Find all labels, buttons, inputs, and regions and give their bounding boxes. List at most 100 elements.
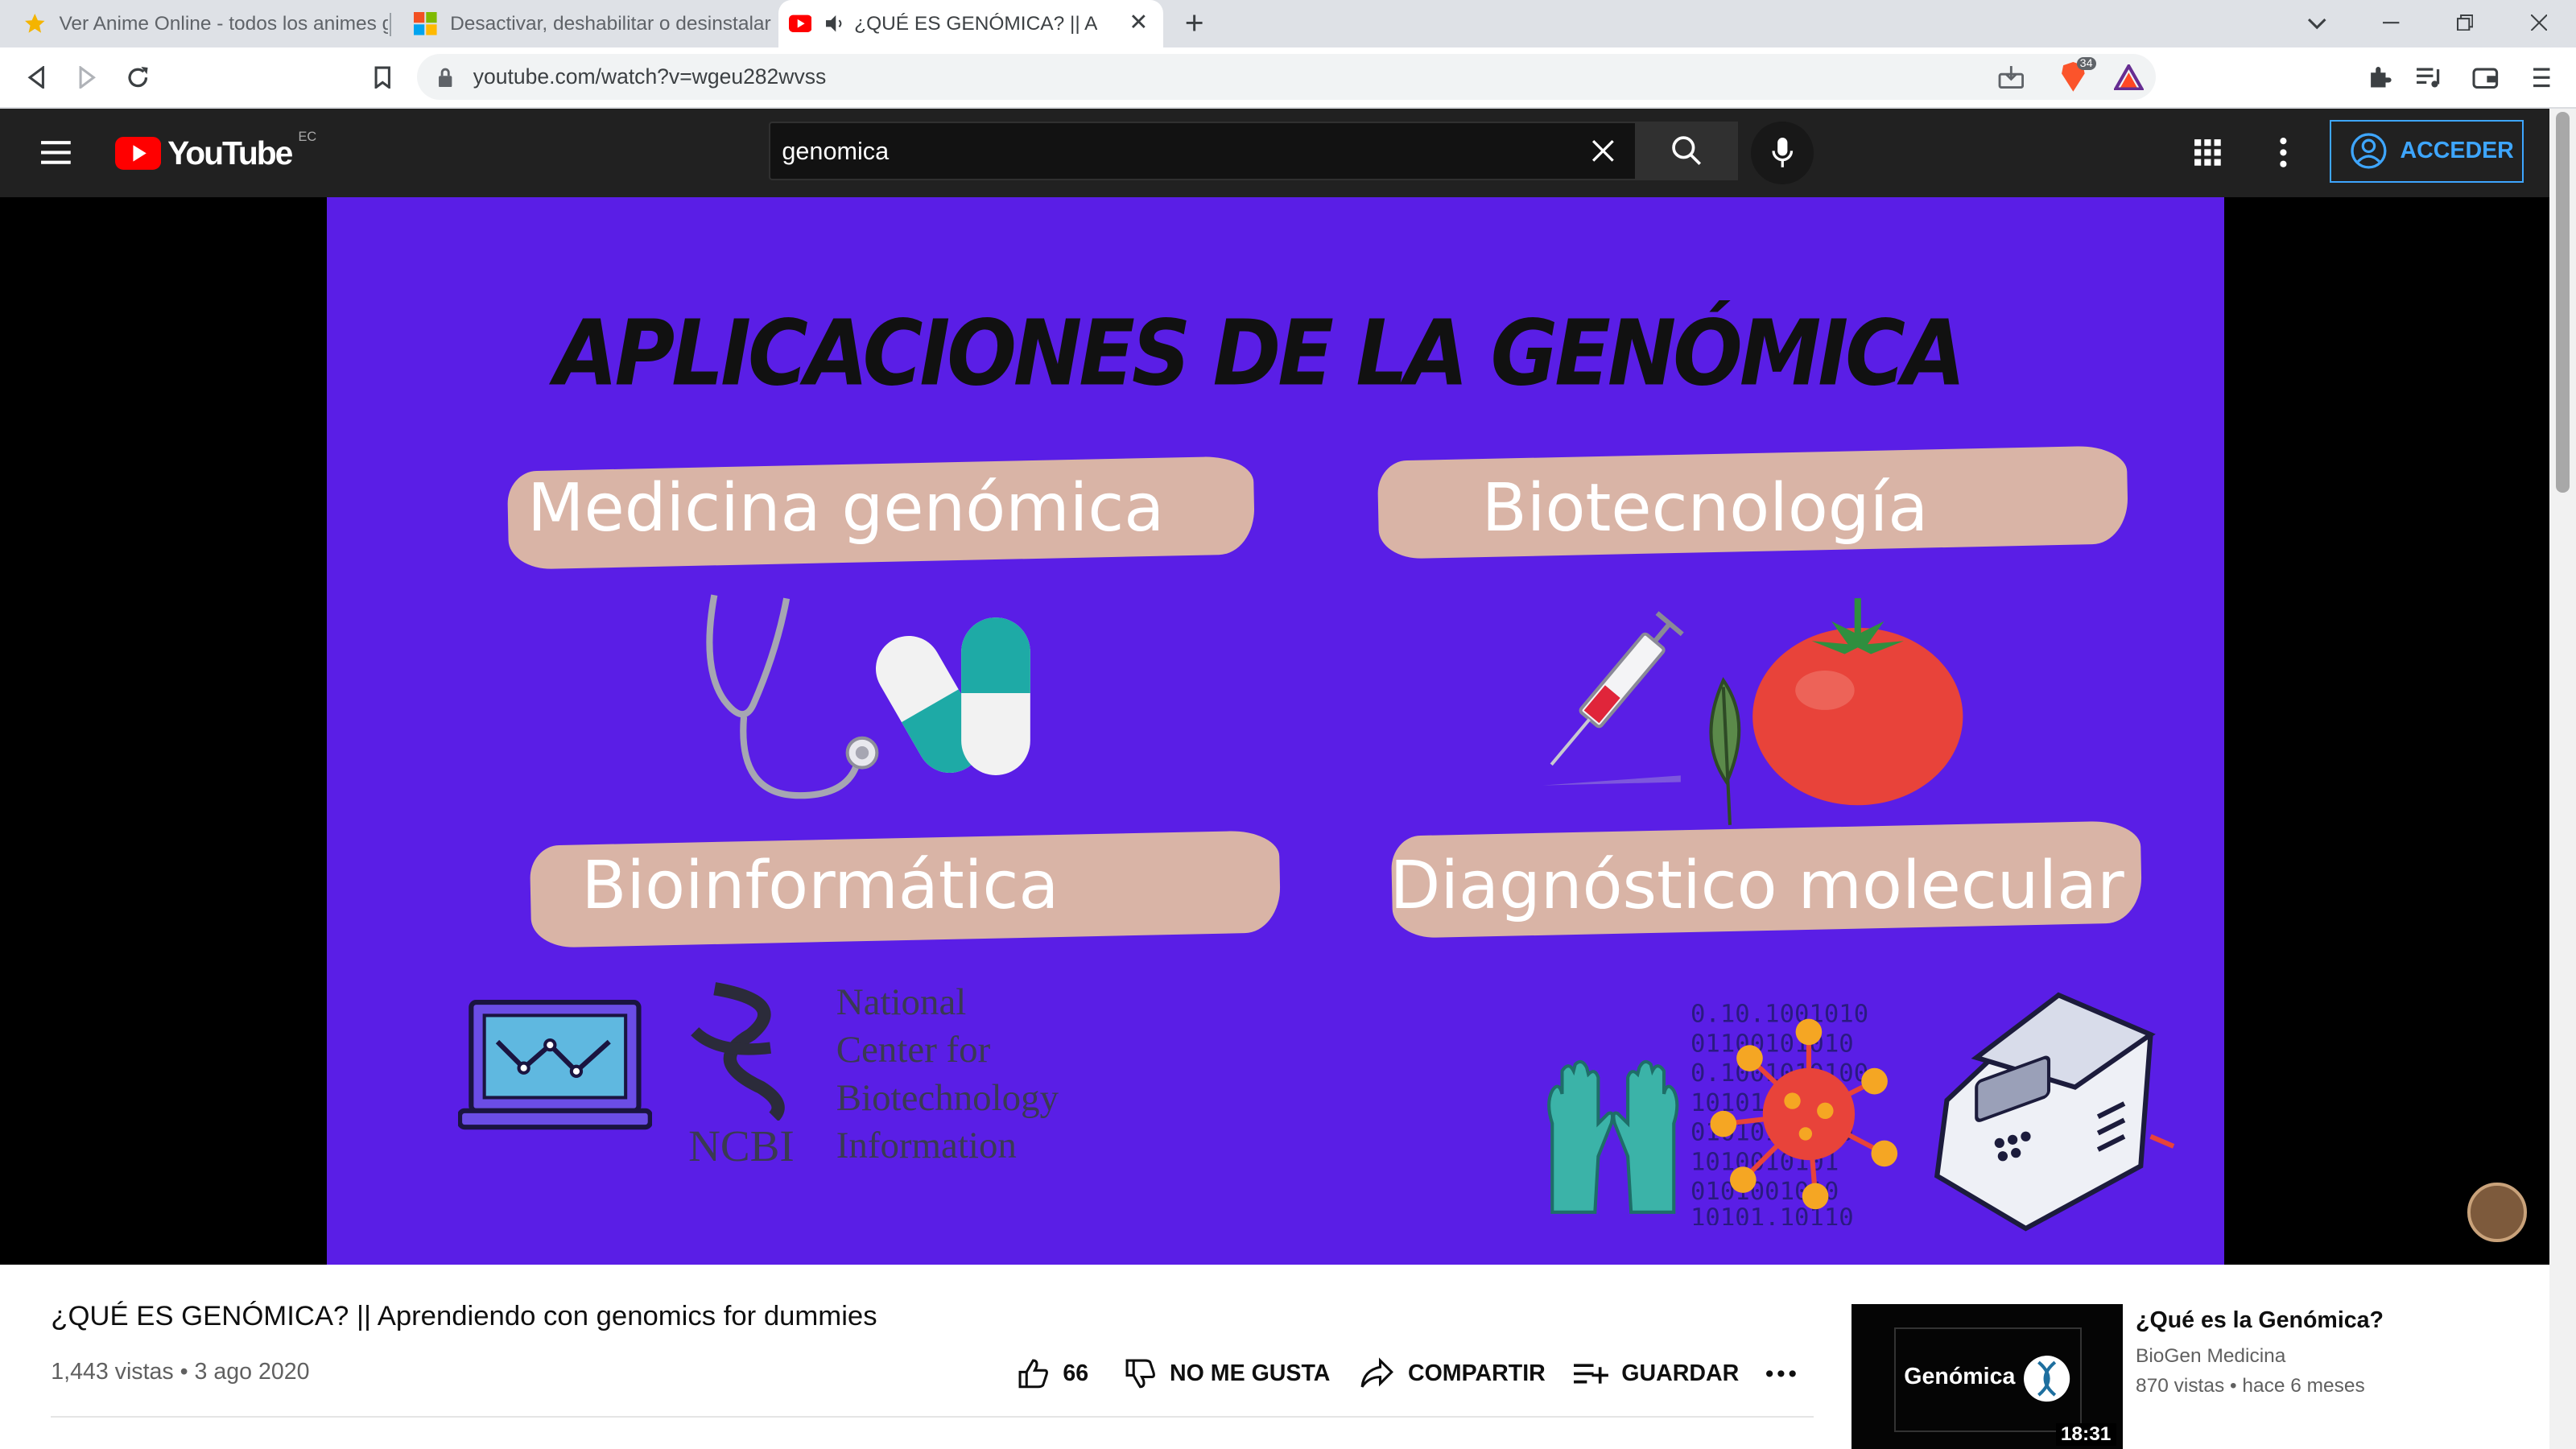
recommended-video-title[interactable]: ¿Qué es la Genómica? [2136, 1307, 2384, 1334]
recommended-video-meta: 870 vistas • hace 6 meses [2136, 1375, 2365, 1397]
tab-microsoft[interactable]: Desactivar, deshabilitar o desinstalar C [391, 0, 779, 47]
like-button[interactable]: 66 [1017, 1357, 1088, 1390]
reload-button[interactable] [118, 57, 158, 97]
browser-menu-button[interactable] [2522, 57, 2562, 97]
wallet-icon [2472, 68, 2499, 89]
url-text: youtube.com/watch?v=wgeu282wvss [473, 64, 827, 89]
video-duration: 18:31 [2055, 1422, 2116, 1446]
ncbi-line: Biotechnology [836, 1076, 1059, 1119]
save-label: GUARDAR [1621, 1360, 1740, 1386]
browser-toolbar: youtube.com/watch?v=wgeu282wvss 34 [0, 47, 2576, 109]
ncbi-line: Center for [836, 1029, 991, 1071]
tab-anime[interactable]: Ver Anime Online - todos los animes g [0, 0, 391, 47]
star-icon [24, 14, 45, 34]
close-tab-icon[interactable]: ✕ [1127, 11, 1150, 35]
search-input[interactable]: genomica [769, 122, 1637, 181]
tomato-icon [1752, 597, 1963, 805]
ncbi-line: Information [836, 1124, 1017, 1166]
youtube-play-icon [114, 137, 161, 171]
restore-icon [2457, 14, 2474, 31]
new-tab-button[interactable]: + [1176, 5, 1212, 41]
svg-text:10101.10110: 10101.10110 [1690, 1203, 1854, 1225]
playlist-music-icon [2416, 68, 2440, 88]
microphone-icon [1772, 138, 1794, 168]
address-bar[interactable]: youtube.com/watch?v=wgeu282wvss [417, 54, 2156, 101]
slide-title: APLICACIONES DE LA GENÓMICA [554, 300, 1966, 407]
guide-menu-icon[interactable] [39, 136, 72, 169]
media-controls-button[interactable] [2410, 57, 2450, 97]
tab-title: ¿QUÉ ES GENÓMICA? || Aprendiendo [854, 12, 1098, 35]
brave-rewards-button[interactable] [2109, 57, 2149, 97]
label-biotecnologia: Biotecnología [1481, 469, 1929, 547]
youtube-masthead: YouTube EC genomica ACCEDER [0, 108, 2550, 197]
clear-search-icon[interactable] [1588, 136, 1618, 166]
more-horizontal-icon [1765, 1370, 1796, 1377]
scrollbar-thumb[interactable] [2556, 111, 2570, 493]
laptop-chart-icon [458, 999, 653, 1130]
views-and-date: 1,443 vistas • 3 ago 2020 [51, 1358, 310, 1385]
more-actions-button[interactable] [1765, 1357, 1810, 1390]
recommended-video-thumbnail[interactable]: Genómica 18:31 [1851, 1304, 2123, 1449]
brave-shields-button[interactable]: 34 [2054, 57, 2096, 97]
share-button[interactable]: COMPARTIR [1359, 1357, 1546, 1390]
stethoscope-icon [706, 594, 879, 799]
account-icon [2351, 133, 2387, 169]
sign-in-button[interactable]: ACCEDER [2329, 119, 2524, 183]
tab-strip: Ver Anime Online - todos los animes g De… [0, 0, 2576, 48]
dna-logo-icon [2024, 1355, 2070, 1402]
hamburger-menu-icon [2533, 68, 2550, 87]
page-scrollbar[interactable] [2549, 108, 2576, 1449]
tab-title: Ver Anime Online - todos los animes g [59, 12, 388, 35]
youtube-wordmark: YouTube [167, 134, 293, 172]
video-player[interactable]: APLICACIONES DE LA GENÓMICA Medicina gen… [0, 196, 2550, 1265]
speaker-icon[interactable] [824, 14, 844, 33]
playlist-add-icon [1574, 1364, 1608, 1384]
restore-button[interactable] [2428, 0, 2502, 47]
search-query: genomica [782, 138, 890, 166]
pills-icon [875, 617, 1030, 776]
search-button[interactable] [1636, 122, 1739, 181]
virus-binary-icon: 0.10.100101001100101010 0.1001010100 1010… [1690, 1000, 1898, 1225]
voice-search-button[interactable] [1751, 122, 1814, 184]
thumbs-up-icon [1018, 1359, 1049, 1388]
close-window-button[interactable] [2502, 0, 2576, 47]
back-button[interactable] [16, 57, 56, 97]
video-frame[interactable]: APLICACIONES DE LA GENÓMICA Medicina gen… [327, 196, 2225, 1265]
more-options-icon[interactable] [2267, 136, 2300, 169]
thumbs-down-icon [1125, 1359, 1155, 1388]
share-label: COMPARTIR [1407, 1360, 1546, 1386]
video-title: ¿QUÉ ES GENÓMICA? || Aprendiendo con gen… [51, 1301, 877, 1332]
country-code: EC [298, 129, 317, 144]
lock-icon [438, 68, 452, 88]
minimize-button[interactable] [2354, 0, 2428, 47]
wallet-button[interactable] [2466, 57, 2505, 97]
forward-button[interactable] [68, 57, 107, 97]
svg-text:0.10.1001010: 0.10.1001010 [1690, 1000, 1868, 1028]
metadata-divider [51, 1416, 1814, 1418]
microsoft-icon [414, 12, 437, 35]
tab-title: Desactivar, deshabilitar o desinstalar C [450, 12, 773, 35]
tab-search-button[interactable] [2281, 0, 2355, 47]
recommended-channel-name[interactable]: BioGen Medicina [2136, 1345, 2285, 1368]
share-arrow-icon [1360, 1357, 1393, 1388]
install-app-icon[interactable] [1998, 64, 2025, 91]
search-icon [1672, 136, 1702, 166]
browser-window: Ver Anime Online - todos los animes g De… [0, 0, 2576, 1449]
bookmark-button[interactable] [363, 57, 402, 97]
chevron-down-icon [2308, 18, 2326, 30]
dislike-button[interactable]: NO ME GUSTA [1124, 1357, 1331, 1390]
tab-youtube-active[interactable]: ¿QUÉ ES GENÓMICA? || Aprendiendo ✕ [778, 0, 1163, 48]
syringe-icon [1542, 611, 1684, 786]
rewards-triangle-icon [2114, 64, 2145, 91]
minimize-icon [2383, 21, 2400, 23]
puzzle-icon [2370, 66, 2392, 88]
youtube-logo[interactable]: YouTube EC [114, 130, 316, 172]
dislike-label: NO ME GUSTA [1170, 1360, 1331, 1386]
extensions-button[interactable] [2359, 57, 2399, 97]
channel-watermark-avatar[interactable] [2467, 1183, 2527, 1242]
forward-arrow-icon [79, 65, 96, 89]
apps-grid-icon[interactable] [2191, 136, 2224, 169]
ncbi-acronym: NCBI [688, 1121, 795, 1170]
ncbi-full-name: National Center for Biotechnology Inform… [836, 979, 1059, 1170]
save-button[interactable]: GUARDAR [1572, 1357, 1739, 1390]
